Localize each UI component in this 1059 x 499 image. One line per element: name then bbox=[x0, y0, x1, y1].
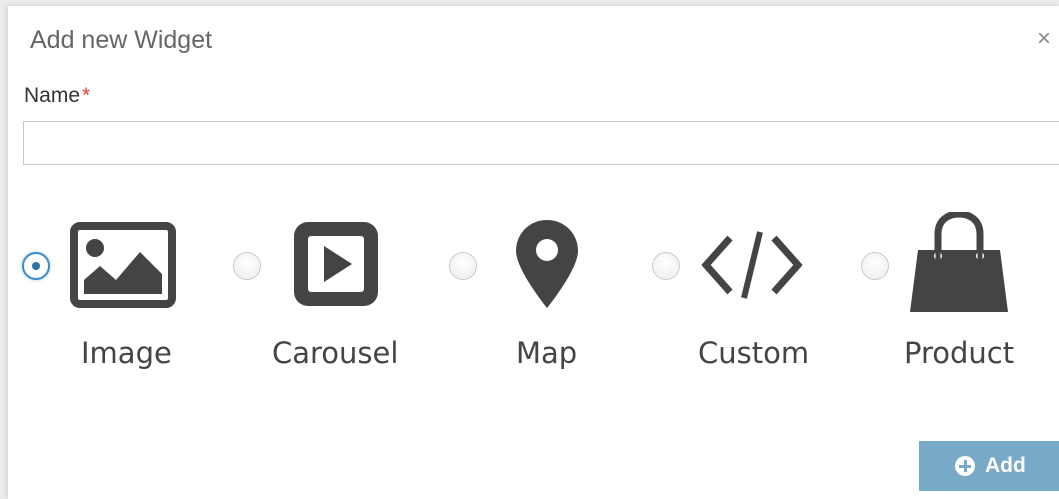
plus-circle-icon bbox=[955, 456, 975, 476]
image-icon[interactable] bbox=[70, 222, 176, 308]
map-pin-icon[interactable] bbox=[514, 218, 580, 310]
required-marker: * bbox=[82, 84, 91, 107]
add-widget-dialog: Add new Widget × Name* Image Carousel Ma… bbox=[8, 6, 1059, 499]
code-icon[interactable] bbox=[700, 230, 804, 300]
widget-label-product: Product bbox=[904, 336, 1015, 370]
radio-image[interactable] bbox=[22, 252, 50, 280]
shopping-bag-icon[interactable] bbox=[906, 212, 1012, 316]
radio-custom[interactable] bbox=[652, 252, 680, 280]
widget-label-image: Image bbox=[81, 336, 172, 370]
radio-product[interactable] bbox=[861, 252, 889, 280]
radio-carousel[interactable] bbox=[233, 252, 261, 280]
name-label-text: Name bbox=[24, 84, 81, 107]
widget-label-custom: Custom bbox=[698, 336, 810, 370]
radio-map[interactable] bbox=[449, 252, 477, 280]
widget-label-carousel: Carousel bbox=[272, 336, 399, 370]
name-input[interactable] bbox=[23, 121, 1059, 165]
add-button[interactable]: Add bbox=[919, 441, 1059, 491]
widget-label-map: Map bbox=[516, 336, 578, 370]
dialog-title: Add new Widget bbox=[30, 26, 213, 54]
add-button-label: Add bbox=[985, 454, 1026, 477]
close-icon[interactable]: × bbox=[1037, 24, 1059, 54]
carousel-icon[interactable] bbox=[292, 220, 380, 308]
name-field-label: Name* bbox=[24, 84, 90, 108]
